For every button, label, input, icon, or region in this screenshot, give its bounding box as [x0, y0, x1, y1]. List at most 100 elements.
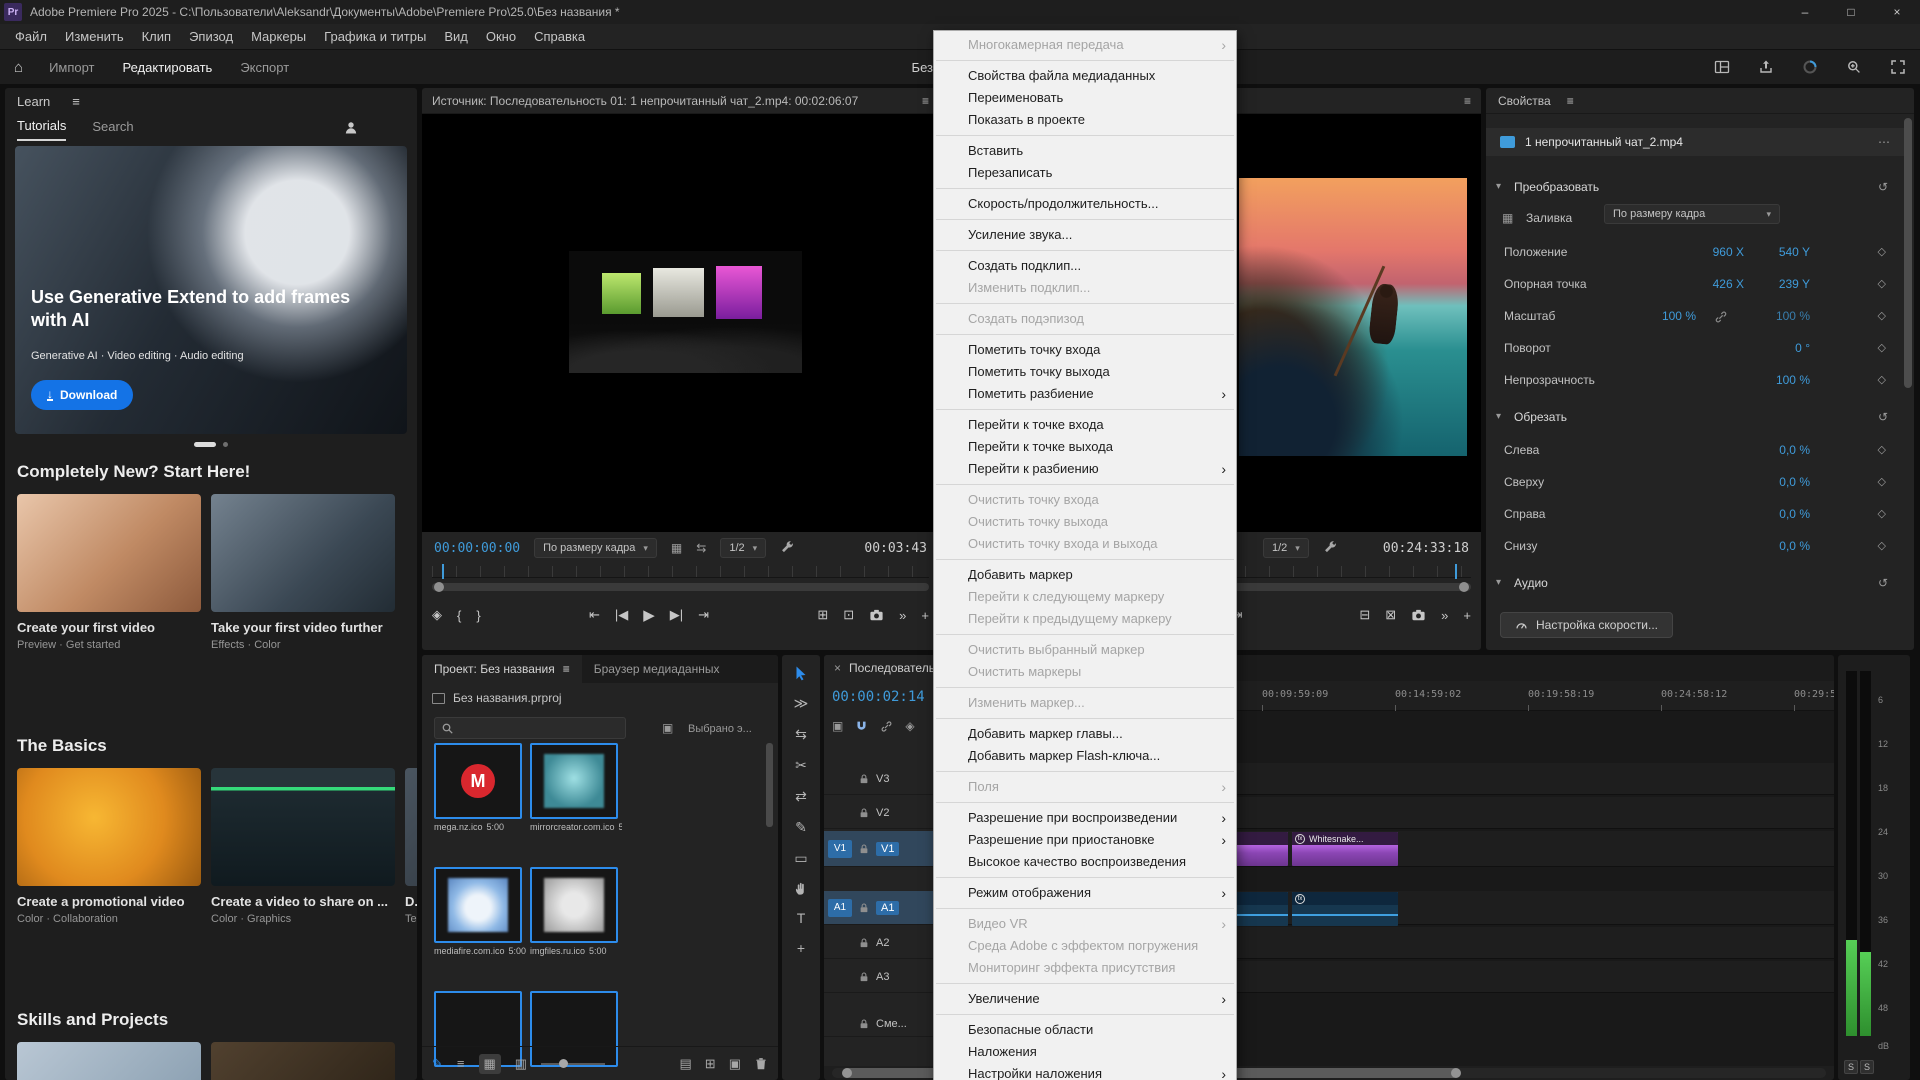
menu-view[interactable]: Вид [435, 24, 477, 50]
go-to-in-button[interactable]: ⇤ [589, 607, 600, 623]
track-header-v3[interactable]: V3 [824, 763, 942, 795]
context-menu-item[interactable]: Усиление звука... [934, 224, 1236, 246]
project-item[interactable]: mediafire.com.ico5:00 [434, 867, 526, 956]
track-name[interactable]: V3 [876, 773, 889, 785]
lift-button[interactable]: ⊟ [1359, 607, 1370, 623]
context-menu-item[interactable]: Мониторинг эффекта присутствия [934, 957, 1236, 979]
source-patch[interactable] [828, 770, 852, 788]
wrench-settings-icon[interactable] [1323, 541, 1338, 556]
type-tool[interactable]: T [797, 910, 806, 926]
keyframe-toggle-icon[interactable]: ◇ [1878, 341, 1886, 354]
tab-media-browser[interactable]: Браузер медиаданных [582, 655, 732, 683]
thumbnail-zoom-slider[interactable] [541, 1063, 605, 1065]
program-playhead[interactable] [1455, 564, 1457, 579]
quick-export-icon[interactable] [1758, 59, 1774, 75]
context-menu-item[interactable]: Разрешение при воспроизведении› [934, 807, 1236, 829]
lock-icon[interactable] [858, 1018, 870, 1030]
context-menu-item[interactable]: Среда Adobe с эффектом погружения [934, 935, 1236, 957]
writable-pen-icon[interactable]: ✎ [432, 1056, 443, 1072]
go-to-out-button[interactable]: ⇥ [698, 607, 709, 623]
zoom-search-icon[interactable] [1846, 59, 1862, 75]
export-frame-icon[interactable] [1411, 608, 1426, 623]
context-menu-item[interactable]: Свойства файла медиаданных [934, 65, 1236, 87]
fill-grid-icon[interactable]: ▦ [1502, 211, 1513, 225]
maximize-button[interactable]: □ [1828, 0, 1874, 24]
value-crop[interactable]: 0,0 % [1779, 475, 1810, 489]
speed-settings-button[interactable]: Настройка скорости... [1500, 612, 1673, 638]
source-patch[interactable] [828, 1015, 852, 1033]
source-position-timecode[interactable]: 00:00:00:00 [434, 541, 520, 556]
fill-mode-select[interactable]: По размеру кадра ▾ [1604, 204, 1780, 224]
context-menu-item[interactable]: Изменить маркер... [934, 692, 1236, 714]
section-transform[interactable]: ▾ Преобразовать ↺ [1486, 176, 1904, 200]
menu-graphics[interactable]: Графика и титры [315, 24, 435, 50]
menu-sequence[interactable]: Эпизод [180, 24, 242, 50]
workspace-tab-edit[interactable]: Редактировать [123, 60, 213, 75]
source-video-area[interactable] [422, 114, 939, 532]
context-menu-item[interactable]: Режим отображения› [934, 882, 1236, 904]
workspace-tab-import[interactable]: Импорт [49, 60, 94, 75]
new-bin-icon[interactable]: ⊞ [705, 1056, 716, 1072]
project-file-breadcrumb[interactable]: Без названия.prproj [432, 691, 562, 705]
source-duration-timecode[interactable]: 00:03:43 [864, 541, 927, 556]
list-view-icon[interactable]: ≡ [457, 1056, 465, 1071]
section-audio[interactable]: ▾ Аудио ↺ [1486, 572, 1904, 596]
track-header-master[interactable]: Сме... [824, 1011, 942, 1037]
tutorial-card-clipped[interactable] [211, 1042, 395, 1080]
context-menu-item[interactable]: Увеличение› [934, 988, 1236, 1010]
source-patch-v1[interactable]: V1 [828, 840, 852, 858]
source-scrubber[interactable] [432, 566, 929, 592]
context-menu-item[interactable]: Наложения [934, 1041, 1236, 1063]
value-crop[interactable]: 0,0 % [1779, 539, 1810, 553]
new-item-icon[interactable]: ▣ [729, 1056, 741, 1072]
menu-clip[interactable]: Клип [133, 24, 180, 50]
context-menu-item[interactable]: Очистить точку входа [934, 489, 1236, 511]
nest-icon[interactable]: ▣ [832, 719, 843, 733]
menu-window[interactable]: Окно [477, 24, 525, 50]
source-patch[interactable] [828, 934, 852, 952]
sort-icon[interactable]: ▤ [680, 1056, 692, 1072]
close-button[interactable]: × [1874, 0, 1920, 24]
context-menu-item[interactable]: Поля› [934, 776, 1236, 798]
minimize-button[interactable]: – [1782, 0, 1828, 24]
context-menu-item[interactable]: Пометить разбиение› [934, 383, 1236, 405]
item-thumbnail[interactable] [530, 867, 618, 943]
program-duration-timecode[interactable]: 00:24:33:18 [1383, 541, 1469, 556]
source-patch[interactable] [828, 804, 852, 822]
more-buttons-icon[interactable]: » [1441, 608, 1448, 623]
more-buttons-icon[interactable]: » [899, 608, 906, 623]
context-menu-item[interactable]: Показать в проекте [934, 109, 1236, 131]
context-menu-item[interactable]: Переименовать [934, 87, 1236, 109]
context-menu-item[interactable]: Пометить точку выхода [934, 361, 1236, 383]
project-item[interactable]: M mega.nz.ico5:00 [434, 743, 526, 832]
tab-tutorials[interactable]: Tutorials [17, 118, 66, 141]
linked-selection-icon[interactable] [880, 720, 893, 733]
close-tab-icon[interactable]: × [834, 661, 841, 675]
export-frame-icon[interactable] [869, 608, 884, 623]
panel-menu-icon[interactable]: ≡ [1567, 94, 1574, 108]
play-button[interactable]: ▶ [643, 606, 655, 624]
context-menu-item[interactable]: Очистить точку выхода [934, 511, 1236, 533]
settings-frame-icon[interactable]: ▦ [671, 541, 682, 555]
context-menu-item[interactable]: Очистить точку входа и выхода [934, 533, 1236, 555]
selection-tool[interactable] [793, 665, 809, 681]
audio-clip[interactable]: fx [1292, 892, 1398, 926]
tutorial-card-clipped[interactable]: D... Te... [405, 768, 417, 925]
chevron-down-icon[interactable]: ▾ [1496, 577, 1501, 588]
carousel-dot-active[interactable] [194, 442, 216, 447]
chevron-down-icon[interactable]: ▾ [1496, 181, 1501, 192]
value-rotation[interactable]: 0 ° [1795, 341, 1810, 355]
timeline-marker-icon[interactable]: ◈ [905, 719, 914, 733]
zoom-bar-handle[interactable] [1459, 582, 1469, 592]
add-tool-button[interactable]: + [797, 940, 805, 956]
value-crop[interactable]: 0,0 % [1779, 507, 1810, 521]
reset-icon[interactable]: ↺ [1878, 180, 1888, 194]
icon-view-icon[interactable]: ▦ [479, 1054, 501, 1074]
value-opacity[interactable]: 100 % [1776, 373, 1810, 387]
keyframe-toggle-icon[interactable]: ◇ [1878, 277, 1886, 290]
value-y[interactable]: 540 Y [1779, 245, 1810, 259]
reset-icon[interactable]: ↺ [1878, 576, 1888, 590]
panel-menu-icon[interactable]: ≡ [922, 94, 929, 108]
sync-progress-icon[interactable] [1802, 59, 1818, 75]
value-x[interactable]: 426 X [1713, 277, 1744, 291]
